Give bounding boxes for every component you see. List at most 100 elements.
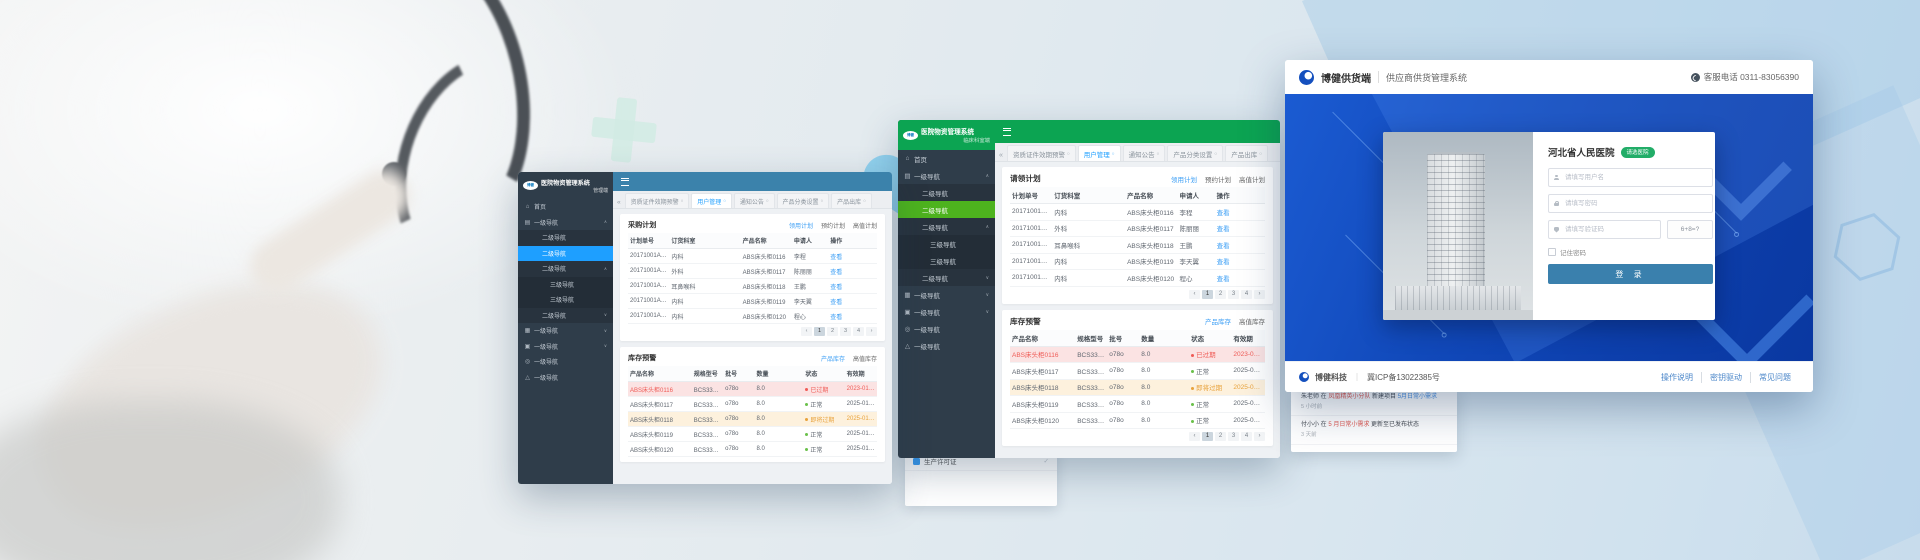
sidebar-item[interactable]: 二级导航 ∨ xyxy=(518,308,613,324)
feed-link[interactable]: 凤凰精英小分队 xyxy=(1328,394,1370,400)
tab[interactable]: 产品分类设置 xyxy=(777,193,830,208)
login-button[interactable]: 登 录 xyxy=(1548,264,1713,284)
tab[interactable]: 产品出库 xyxy=(1225,145,1268,161)
sidebar-item[interactable]: ◎ 一级导航 xyxy=(518,354,613,370)
collapse-tabs-icon[interactable]: « xyxy=(999,151,1003,159)
collapse-tabs-icon[interactable]: « xyxy=(617,199,621,206)
page-button[interactable]: › xyxy=(866,327,877,336)
username-input[interactable] xyxy=(1563,173,1707,182)
view-link[interactable]: 查看 xyxy=(1215,237,1265,254)
sidebar-item[interactable]: △ 一级导航 xyxy=(518,370,613,386)
stock-type-link[interactable]: 高值库存 xyxy=(853,354,877,363)
sidebar-item[interactable]: ▦ 一级导航 ∨ xyxy=(518,323,613,339)
footer-link[interactable]: 常见问题 xyxy=(1750,372,1799,383)
page-button[interactable]: 2 xyxy=(1215,290,1226,299)
view-link[interactable]: 查看 xyxy=(828,279,877,294)
page-button[interactable]: 1 xyxy=(1202,432,1213,441)
plan-type-link[interactable]: 高值计划 xyxy=(1239,174,1265,184)
remember-checkbox[interactable] xyxy=(1548,248,1556,256)
sidebar-item[interactable]: 二级导航 ∧ xyxy=(518,261,613,277)
cell-spec: BCS33型 5孔 右 xyxy=(1075,396,1107,413)
view-link[interactable]: 查看 xyxy=(828,294,877,309)
feed-item[interactable]: 付小小 在 5 月日常小需求 更新至已发布状态 3 天前 xyxy=(1291,416,1457,444)
hospital-select-badge[interactable]: 请选医院 xyxy=(1621,147,1655,158)
plan-type-link[interactable]: 领用计划 xyxy=(1171,174,1197,184)
page-button[interactable]: 4 xyxy=(853,327,864,336)
page-button[interactable]: 2 xyxy=(827,327,838,336)
footer-link[interactable]: 操作说明 xyxy=(1653,372,1701,383)
plan-type-link[interactable]: 预约计划 xyxy=(821,221,845,230)
sidebar-item[interactable]: 三级导航 xyxy=(518,277,613,293)
page-button[interactable]: 2 xyxy=(1215,432,1226,441)
sidebar-item[interactable]: ▣ 一级导航 ∨ xyxy=(518,339,613,355)
sidebar-item[interactable]: ▤ 一级导航 ∧ xyxy=(518,215,613,231)
view-link[interactable]: 查看 xyxy=(828,264,877,279)
page-button[interactable]: 1 xyxy=(1202,290,1213,299)
captcha-field[interactable] xyxy=(1548,220,1661,239)
feed-item[interactable]: 朱老师 在 凤凰精英小分队 新建项目 5月日常小需求 5 小时前 xyxy=(1291,388,1457,416)
sidebar-item[interactable]: ▦ 一级导航 ∨ xyxy=(898,286,995,303)
sidebar-item[interactable]: ▣ 一级导航 ∨ xyxy=(898,303,995,320)
view-link[interactable]: 查看 xyxy=(828,249,877,264)
plan-table: 计划单号订货科室产品名称申请人操作 20171001A186 内科 ABS床头柜… xyxy=(1010,187,1265,287)
menu-toggle-icon[interactable] xyxy=(621,178,629,186)
page-button[interactable]: ‹ xyxy=(1189,432,1200,441)
stock-type-link[interactable]: 产品库存 xyxy=(821,354,845,363)
tab-label: 通知公告 xyxy=(1129,149,1155,159)
plan-type-link[interactable]: 预约计划 xyxy=(1205,174,1231,184)
sidebar-item[interactable]: 三级导航 xyxy=(898,252,995,269)
stock-type-link[interactable]: 高值库存 xyxy=(1239,316,1265,326)
password-field[interactable] xyxy=(1548,194,1713,213)
feed-link[interactable]: 5月日常小需求 xyxy=(1398,394,1437,400)
sidebar-item[interactable]: ▤ 一级导航 ∧ xyxy=(898,167,995,184)
view-link[interactable]: 查看 xyxy=(1215,220,1265,237)
sidebar-item[interactable]: ◎ 一级导航 xyxy=(898,320,995,337)
page-button[interactable]: › xyxy=(1254,432,1265,441)
page-button[interactable]: 3 xyxy=(1228,290,1239,299)
tab[interactable]: 用户管理 xyxy=(1078,145,1121,161)
page-button[interactable]: 4 xyxy=(1241,432,1252,441)
sidebar-item[interactable]: 二级导航 xyxy=(898,184,995,201)
view-link[interactable]: 查看 xyxy=(1215,270,1265,287)
password-input[interactable] xyxy=(1563,199,1707,208)
page-button[interactable]: 3 xyxy=(1228,432,1239,441)
tab[interactable]: 资质证件效期预警 xyxy=(1007,145,1076,161)
captcha-input[interactable] xyxy=(1563,225,1655,234)
footer-link[interactable]: 密钥驱动 xyxy=(1701,372,1750,383)
view-link[interactable]: 查看 xyxy=(828,309,877,324)
sidebar-item[interactable]: 二级导航 xyxy=(518,230,613,246)
cell-dept: 内科 xyxy=(1052,204,1125,221)
menu-toggle-icon[interactable] xyxy=(1003,128,1011,136)
page-button[interactable]: › xyxy=(1254,290,1265,299)
sidebar-item[interactable]: 三级导航 xyxy=(518,292,613,308)
sidebar-item[interactable]: 二级导航 ∧ xyxy=(898,218,995,235)
page-button[interactable]: 3 xyxy=(840,327,851,336)
username-field[interactable] xyxy=(1548,168,1713,187)
view-link[interactable]: 查看 xyxy=(1215,204,1265,221)
feed-timestamp: 3 天前 xyxy=(1301,431,1449,439)
tab[interactable]: 通知公告 xyxy=(734,193,775,208)
page-button[interactable]: 4 xyxy=(1241,290,1252,299)
tab[interactable]: 用户管理 xyxy=(691,193,732,208)
sidebar-item[interactable]: △ 一级导航 xyxy=(898,337,995,354)
tab[interactable]: 资质证件效期预警 xyxy=(625,193,690,208)
sidebar-item[interactable]: 二级导航 ∨ xyxy=(898,269,995,286)
sidebar-item[interactable]: ⌂ 首页 xyxy=(898,150,995,167)
plan-type-link[interactable]: 领用计划 xyxy=(789,221,813,230)
page-button[interactable]: ‹ xyxy=(1189,290,1200,299)
page-button[interactable]: ‹ xyxy=(801,327,812,336)
tab[interactable]: 通知公告 xyxy=(1123,145,1166,161)
tab[interactable]: 产品出库 xyxy=(831,193,872,208)
captcha-question[interactable]: 6+8=? xyxy=(1667,220,1713,239)
tab[interactable]: 产品分类设置 xyxy=(1167,145,1223,161)
sidebar-item[interactable]: 三级导航 xyxy=(898,235,995,252)
plan-type-link[interactable]: 高值计划 xyxy=(853,221,877,230)
page-button[interactable]: 1 xyxy=(814,327,825,336)
view-link[interactable]: 查看 xyxy=(1215,253,1265,270)
sidebar-item[interactable]: 二级导航 xyxy=(898,201,995,218)
stock-type-link[interactable]: 产品库存 xyxy=(1205,316,1231,326)
feed-link[interactable]: 5 月日常小需求 xyxy=(1328,422,1369,428)
sidebar-item[interactable]: 二级导航 xyxy=(518,246,613,262)
sidebar-item[interactable]: ⌂ 首页 xyxy=(518,199,613,215)
table-row: 20171001A188 外科 ABS床头柜0117 陈丽丽 查看 xyxy=(628,264,877,279)
